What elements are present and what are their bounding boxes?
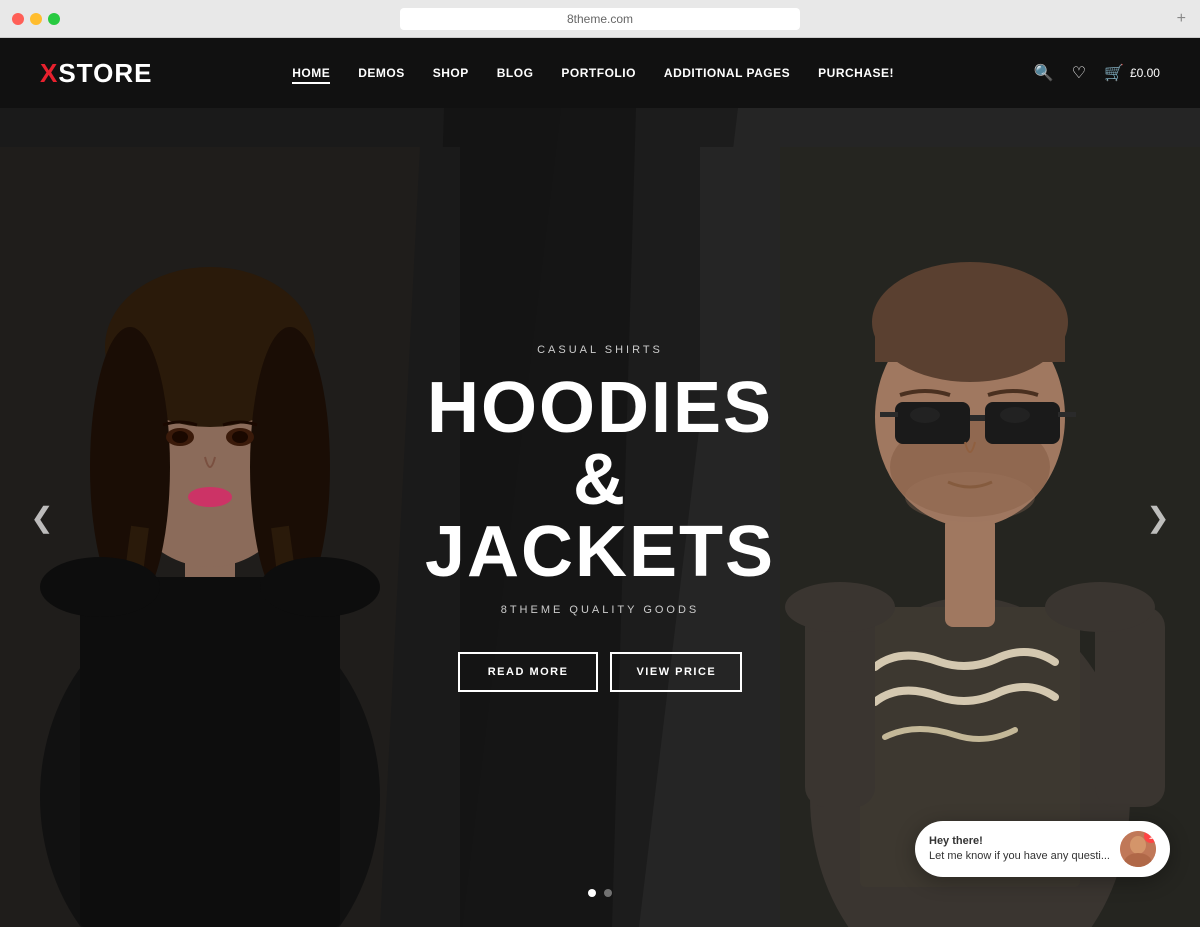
logo-x: X	[40, 58, 58, 88]
chat-avatar: 1	[1120, 831, 1156, 867]
hero-title-line2: &	[573, 440, 627, 520]
nav-item-additional[interactable]: ADDITIONAL PAGES	[664, 64, 790, 82]
hero-title-line3: JACKETS	[425, 512, 775, 592]
logo[interactable]: XSTORE	[40, 58, 152, 89]
navbar: XSTORE HOME DEMOS SHOP BLOG PORTFOLIO AD…	[0, 38, 1200, 108]
chat-widget[interactable]: Hey there! Let me know if you have any q…	[915, 821, 1170, 877]
nav-link-blog: BLOG	[497, 66, 534, 80]
chat-badge: 1	[1144, 831, 1156, 843]
traffic-lights	[12, 13, 60, 25]
nav-link-additional: ADDITIONAL PAGES	[664, 66, 790, 80]
nav-item-blog[interactable]: BLOG	[497, 64, 534, 82]
cart-price: £0.00	[1130, 66, 1160, 80]
nav-links: HOME DEMOS SHOP BLOG PORTFOLIO ADDITIONA…	[292, 64, 894, 82]
nav-item-purchase[interactable]: PURCHASE!	[818, 64, 894, 82]
hero-subtitle: CASUAL SHIRTS	[410, 344, 790, 356]
slider-dots	[588, 889, 612, 897]
new-tab-button[interactable]: +	[1177, 10, 1186, 28]
hero-title: HOODIES & JACKETS	[410, 372, 790, 588]
model-left-svg	[0, 147, 460, 927]
close-button[interactable]	[12, 13, 24, 25]
nav-item-shop[interactable]: SHOP	[433, 64, 469, 82]
view-price-button[interactable]: VIEW PRICE	[610, 652, 742, 692]
chat-text-line1: Hey there!	[929, 834, 1110, 849]
nav-link-shop: SHOP	[433, 66, 469, 80]
hero-content: CASUAL SHIRTS HOODIES & JACKETS 8THEME Q…	[410, 344, 790, 692]
nav-link-home: HOME	[292, 66, 330, 84]
nav-item-demos[interactable]: DEMOS	[358, 64, 405, 82]
minimize-button[interactable]	[30, 13, 42, 25]
slider-dot-2[interactable]	[604, 889, 612, 897]
nav-item-home[interactable]: HOME	[292, 64, 330, 82]
search-icon[interactable]: 🔍	[1034, 63, 1054, 83]
address-bar[interactable]: 8theme.com	[400, 8, 800, 30]
url-text: 8theme.com	[567, 12, 633, 26]
hero-title-line1: HOODIES	[427, 368, 773, 448]
nav-icons: 🔍 ♡ 🛒 £0.00	[1034, 63, 1160, 83]
nav-item-portfolio[interactable]: PORTFOLIO	[561, 64, 636, 82]
slider-arrow-left[interactable]: ❮	[20, 496, 64, 540]
nav-link-demos: DEMOS	[358, 66, 405, 80]
cart-area[interactable]: 🛒 £0.00	[1104, 63, 1160, 83]
model-left	[0, 147, 460, 927]
cart-icon: 🛒	[1104, 63, 1124, 83]
maximize-button[interactable]	[48, 13, 60, 25]
hero-slider: CASUAL SHIRTS HOODIES & JACKETS 8THEME Q…	[0, 108, 1200, 927]
slider-arrow-right[interactable]: ❯	[1136, 496, 1180, 540]
website-container: XSTORE HOME DEMOS SHOP BLOG PORTFOLIO AD…	[0, 38, 1200, 927]
nav-link-purchase: PURCHASE!	[818, 66, 894, 80]
slider-dot-1[interactable]	[588, 889, 596, 897]
nav-link-portfolio: PORTFOLIO	[561, 66, 636, 80]
wishlist-icon[interactable]: ♡	[1072, 63, 1086, 83]
hero-buttons: READ MORE VIEW PRICE	[410, 652, 790, 692]
chat-text-line2: Let me know if you have any questi...	[929, 849, 1110, 864]
logo-store: STORE	[58, 58, 152, 88]
hero-tagline: 8THEME QUALITY GOODS	[410, 604, 790, 616]
read-more-button[interactable]: READ MORE	[458, 652, 599, 692]
browser-chrome: 8theme.com +	[0, 0, 1200, 38]
